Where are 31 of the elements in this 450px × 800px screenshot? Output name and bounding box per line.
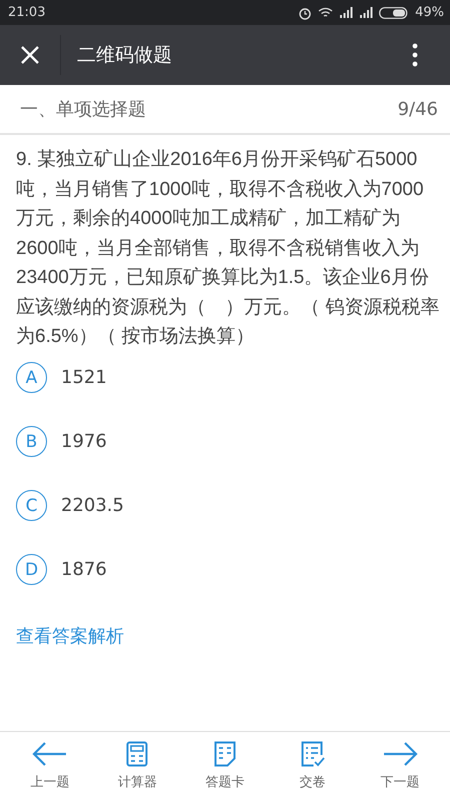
option-letter[interactable]: D (16, 554, 47, 585)
option-letter[interactable]: A (16, 362, 47, 393)
option-text[interactable]: 2203.5 (61, 495, 124, 516)
nav-label[interactable]: 计算器 (118, 773, 157, 791)
checklist-icon[interactable] (300, 741, 325, 767)
option-text[interactable]: 1976 (61, 431, 107, 452)
page-title: 二维码做题 (77, 43, 173, 68)
wifi-icon (318, 6, 334, 18)
nav-label[interactable]: 交卷 (300, 773, 326, 791)
alarm-icon (298, 6, 312, 20)
nav-label[interactable]: 上一题 (30, 773, 70, 791)
answer-analysis-link[interactable]: 查看答案解析 (16, 624, 124, 648)
status-time: 21:03 (8, 5, 46, 20)
calculator-icon[interactable] (126, 741, 148, 767)
option-text[interactable]: 1876 (61, 559, 107, 580)
battery-percent: 49% (415, 5, 444, 20)
right-arrow-icon[interactable] (382, 741, 418, 767)
signal-icon (339, 7, 354, 18)
question-text: 9. 某独立矿山企业2016年6月份开采钨矿石5000吨，当月销售了1000吨，取得不含税收入为7000万元，剩余的4000吨加工成精矿，加工精矿为2600吨，当月全部销售，取得不含税销售收入为23400万元，已知原矿换算比为1.5。该企业6月份应该缴纳的资源税为（ ）万元。（ 钨资源税税率为6.5%）（ 按市场法换算） (16, 148, 440, 349)
signal-icon (359, 7, 374, 18)
nav-label[interactable]: 答题卡 (205, 773, 244, 791)
left-arrow-icon[interactable] (32, 741, 68, 767)
option-letter[interactable]: C (16, 490, 47, 521)
close-icon[interactable] (20, 45, 40, 65)
battery-icon (379, 6, 410, 18)
option-text[interactable]: 1521 (61, 367, 107, 388)
document-icon[interactable] (214, 741, 236, 767)
option-letter[interactable]: B (16, 426, 47, 457)
more-icon[interactable] (412, 43, 418, 67)
nav-label[interactable]: 下一题 (380, 773, 420, 791)
section-title: 一、单项选择题 (20, 98, 146, 121)
